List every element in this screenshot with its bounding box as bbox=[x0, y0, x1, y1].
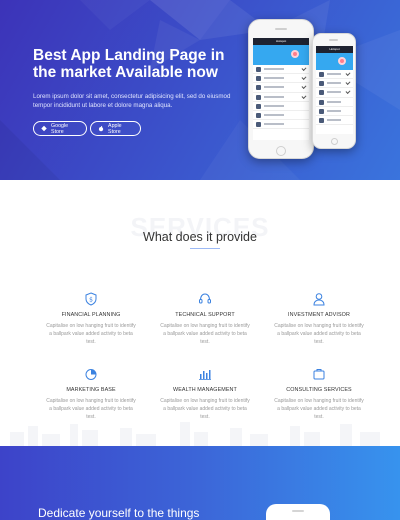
service-title: WEALTH MANAGEMENT bbox=[173, 387, 237, 393]
headset-icon bbox=[199, 293, 211, 304]
map-pin-icon bbox=[338, 57, 346, 65]
phone-list-row bbox=[253, 65, 309, 75]
pie-chart-icon bbox=[85, 369, 97, 380]
phone-speaker bbox=[329, 39, 338, 41]
service-text: Capitalise on low hanging fruit to ident… bbox=[160, 323, 250, 345]
title-underline bbox=[190, 248, 220, 249]
phone-map-header bbox=[253, 45, 309, 65]
user-icon bbox=[313, 293, 325, 306]
band-title: Dedicate yourself to the things bbox=[38, 506, 200, 520]
phone-speaker bbox=[292, 510, 304, 512]
phone-list-row bbox=[253, 111, 309, 121]
phone-list-row bbox=[253, 83, 309, 93]
phone-header: Hotspot bbox=[253, 38, 309, 45]
service-title: TECHNICAL SUPPORT bbox=[175, 312, 235, 318]
apple-store-button[interactable]: Apple Store bbox=[90, 121, 141, 136]
phone-list-row bbox=[253, 120, 309, 130]
service-text: Capitalise on low hanging fruit to ident… bbox=[46, 398, 136, 420]
hero-title: Best App Landing Page in the market Avai… bbox=[33, 47, 225, 81]
phone-header: Hotspot bbox=[316, 46, 353, 53]
briefcase-icon bbox=[313, 369, 325, 380]
service-text: Capitalise on low hanging fruit to ident… bbox=[274, 398, 364, 420]
phone-screen: Hotspot bbox=[253, 38, 309, 140]
phone-list-row bbox=[316, 107, 353, 116]
phone-home-button bbox=[331, 138, 338, 145]
phone-list-row bbox=[316, 88, 353, 98]
city-skyline-background bbox=[10, 422, 380, 446]
bar-chart-icon bbox=[199, 370, 211, 380]
phone-list-row bbox=[253, 93, 309, 102]
google-store-button[interactable]: Google Store bbox=[33, 121, 87, 136]
phone-list-row bbox=[316, 116, 353, 126]
hero-section: Best App Landing Page in the market Avai… bbox=[0, 0, 400, 180]
shield-dollar-icon: $ bbox=[85, 292, 97, 306]
band-phone-mockup bbox=[266, 504, 330, 520]
phone-list-row bbox=[253, 102, 309, 111]
service-technical-support: TECHNICAL SUPPORT Capitalise on low hang… bbox=[150, 292, 260, 346]
phone-list-row bbox=[316, 98, 353, 107]
map-pin-icon bbox=[291, 50, 299, 58]
phone-home-button bbox=[276, 146, 286, 156]
google-play-icon bbox=[41, 125, 47, 132]
service-wealth-management: WEALTH MANAGEMENT Capitalise on low hang… bbox=[150, 367, 260, 421]
phone-screen: Hotspot bbox=[316, 46, 353, 134]
hero-description: Lorem ipsum dolor sit amet, consectetur … bbox=[33, 93, 231, 109]
service-text: Capitalise on low hanging fruit to ident… bbox=[274, 323, 364, 345]
phone-list-row bbox=[316, 79, 353, 89]
service-financial-planning: $ FINANCIAL PLANNING Capitalise on low h… bbox=[36, 292, 146, 346]
google-store-label: Google Store bbox=[51, 122, 69, 135]
service-consulting-services: CONSULTING SERVICES Capitalise on low ha… bbox=[264, 367, 374, 421]
service-text: Capitalise on low hanging fruit to ident… bbox=[46, 323, 136, 345]
phone-list-row bbox=[316, 70, 353, 80]
service-title: CONSULTING SERVICES bbox=[286, 387, 352, 393]
phone-speaker bbox=[275, 28, 287, 30]
phone-list-row bbox=[253, 74, 309, 84]
apple-store-label: Apple Store bbox=[108, 122, 122, 135]
phone-mockup-front: Hotspot bbox=[248, 19, 314, 159]
section-title: What does it provide bbox=[143, 230, 257, 244]
service-marketing-base: MARKETING BASE Capitalise on low hanging… bbox=[36, 367, 146, 421]
service-title: FINANCIAL PLANNING bbox=[61, 312, 121, 318]
apple-icon bbox=[98, 125, 104, 132]
service-title: INVESTMENT ADVISOR bbox=[288, 312, 350, 318]
phone-mockup-back: Hotspot bbox=[312, 33, 356, 149]
service-title: MARKETING BASE bbox=[66, 387, 116, 393]
service-investment-advisor: INVESTMENT ADVISOR Capitalise on low han… bbox=[264, 292, 374, 346]
svg-text:$: $ bbox=[89, 297, 93, 304]
phone-map-header bbox=[316, 53, 353, 70]
cta-band: Dedicate yourself to the things bbox=[0, 446, 400, 520]
service-text: Capitalise on low hanging fruit to ident… bbox=[160, 398, 250, 420]
